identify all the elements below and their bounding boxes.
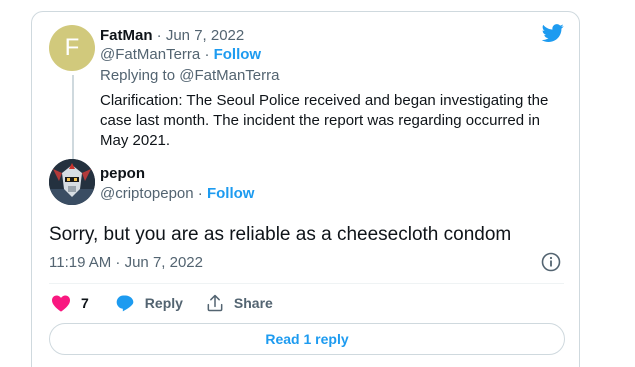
- action-bar: 7 Reply Share: [49, 292, 273, 314]
- main-tweet-text: Sorry, but you are as reliable as a chee…: [49, 224, 512, 245]
- share-label: Share: [233, 295, 273, 311]
- like-count: 7: [81, 295, 89, 311]
- divider: [49, 283, 564, 284]
- share-button[interactable]: Share: [205, 293, 273, 313]
- main-handle-row: @criptopepon · Follow: [100, 184, 254, 204]
- avatar-letter: F: [64, 34, 80, 61]
- replying-prefix: Replying to: [100, 67, 176, 84]
- avatar[interactable]: F: [49, 25, 95, 71]
- separator: ·: [197, 185, 203, 202]
- parent-author-name[interactable]: FatMan: [100, 27, 153, 44]
- twitter-bird-icon[interactable]: [540, 22, 566, 44]
- replying-to-handle[interactable]: @FatManTerra: [179, 67, 279, 84]
- reply-bubble-icon: [116, 295, 134, 312]
- robot-avatar-icon: [49, 159, 95, 205]
- tweet-embed-card: F FatMan · Jun 7, 2022 @FatManTerra · Fo…: [31, 11, 580, 367]
- parent-header: FatMan · Jun 7, 2022: [100, 26, 244, 46]
- tweet-timestamp[interactable]: 11:19 AM · Jun 7, 2022: [49, 253, 203, 273]
- thread-connector-line: [72, 75, 74, 165]
- main-handle[interactable]: @criptopepon: [100, 185, 194, 202]
- reply-button[interactable]: Reply: [115, 293, 183, 313]
- info-icon[interactable]: [541, 252, 561, 272]
- parent-handle-row: @FatManTerra · Follow: [100, 45, 261, 65]
- avatar[interactable]: [49, 159, 95, 205]
- main-follow-link[interactable]: Follow: [207, 185, 255, 202]
- replying-to-line: Replying to @FatManTerra: [100, 66, 279, 86]
- heart-icon: [52, 295, 70, 312]
- separator: ·: [204, 46, 210, 63]
- like-button[interactable]: 7: [51, 294, 89, 312]
- parent-date[interactable]: Jun 7, 2022: [166, 27, 244, 44]
- separator: ·: [156, 27, 162, 44]
- main-author-name[interactable]: pepon: [100, 164, 145, 184]
- parent-follow-link[interactable]: Follow: [214, 46, 262, 63]
- parent-tweet-text: Clarification: The Seoul Police received…: [100, 92, 549, 149]
- read-replies-button[interactable]: Read 1 reply: [49, 323, 565, 355]
- reply-label: Reply: [144, 295, 183, 311]
- parent-handle[interactable]: @FatManTerra: [100, 46, 200, 63]
- share-icon: [207, 294, 223, 312]
